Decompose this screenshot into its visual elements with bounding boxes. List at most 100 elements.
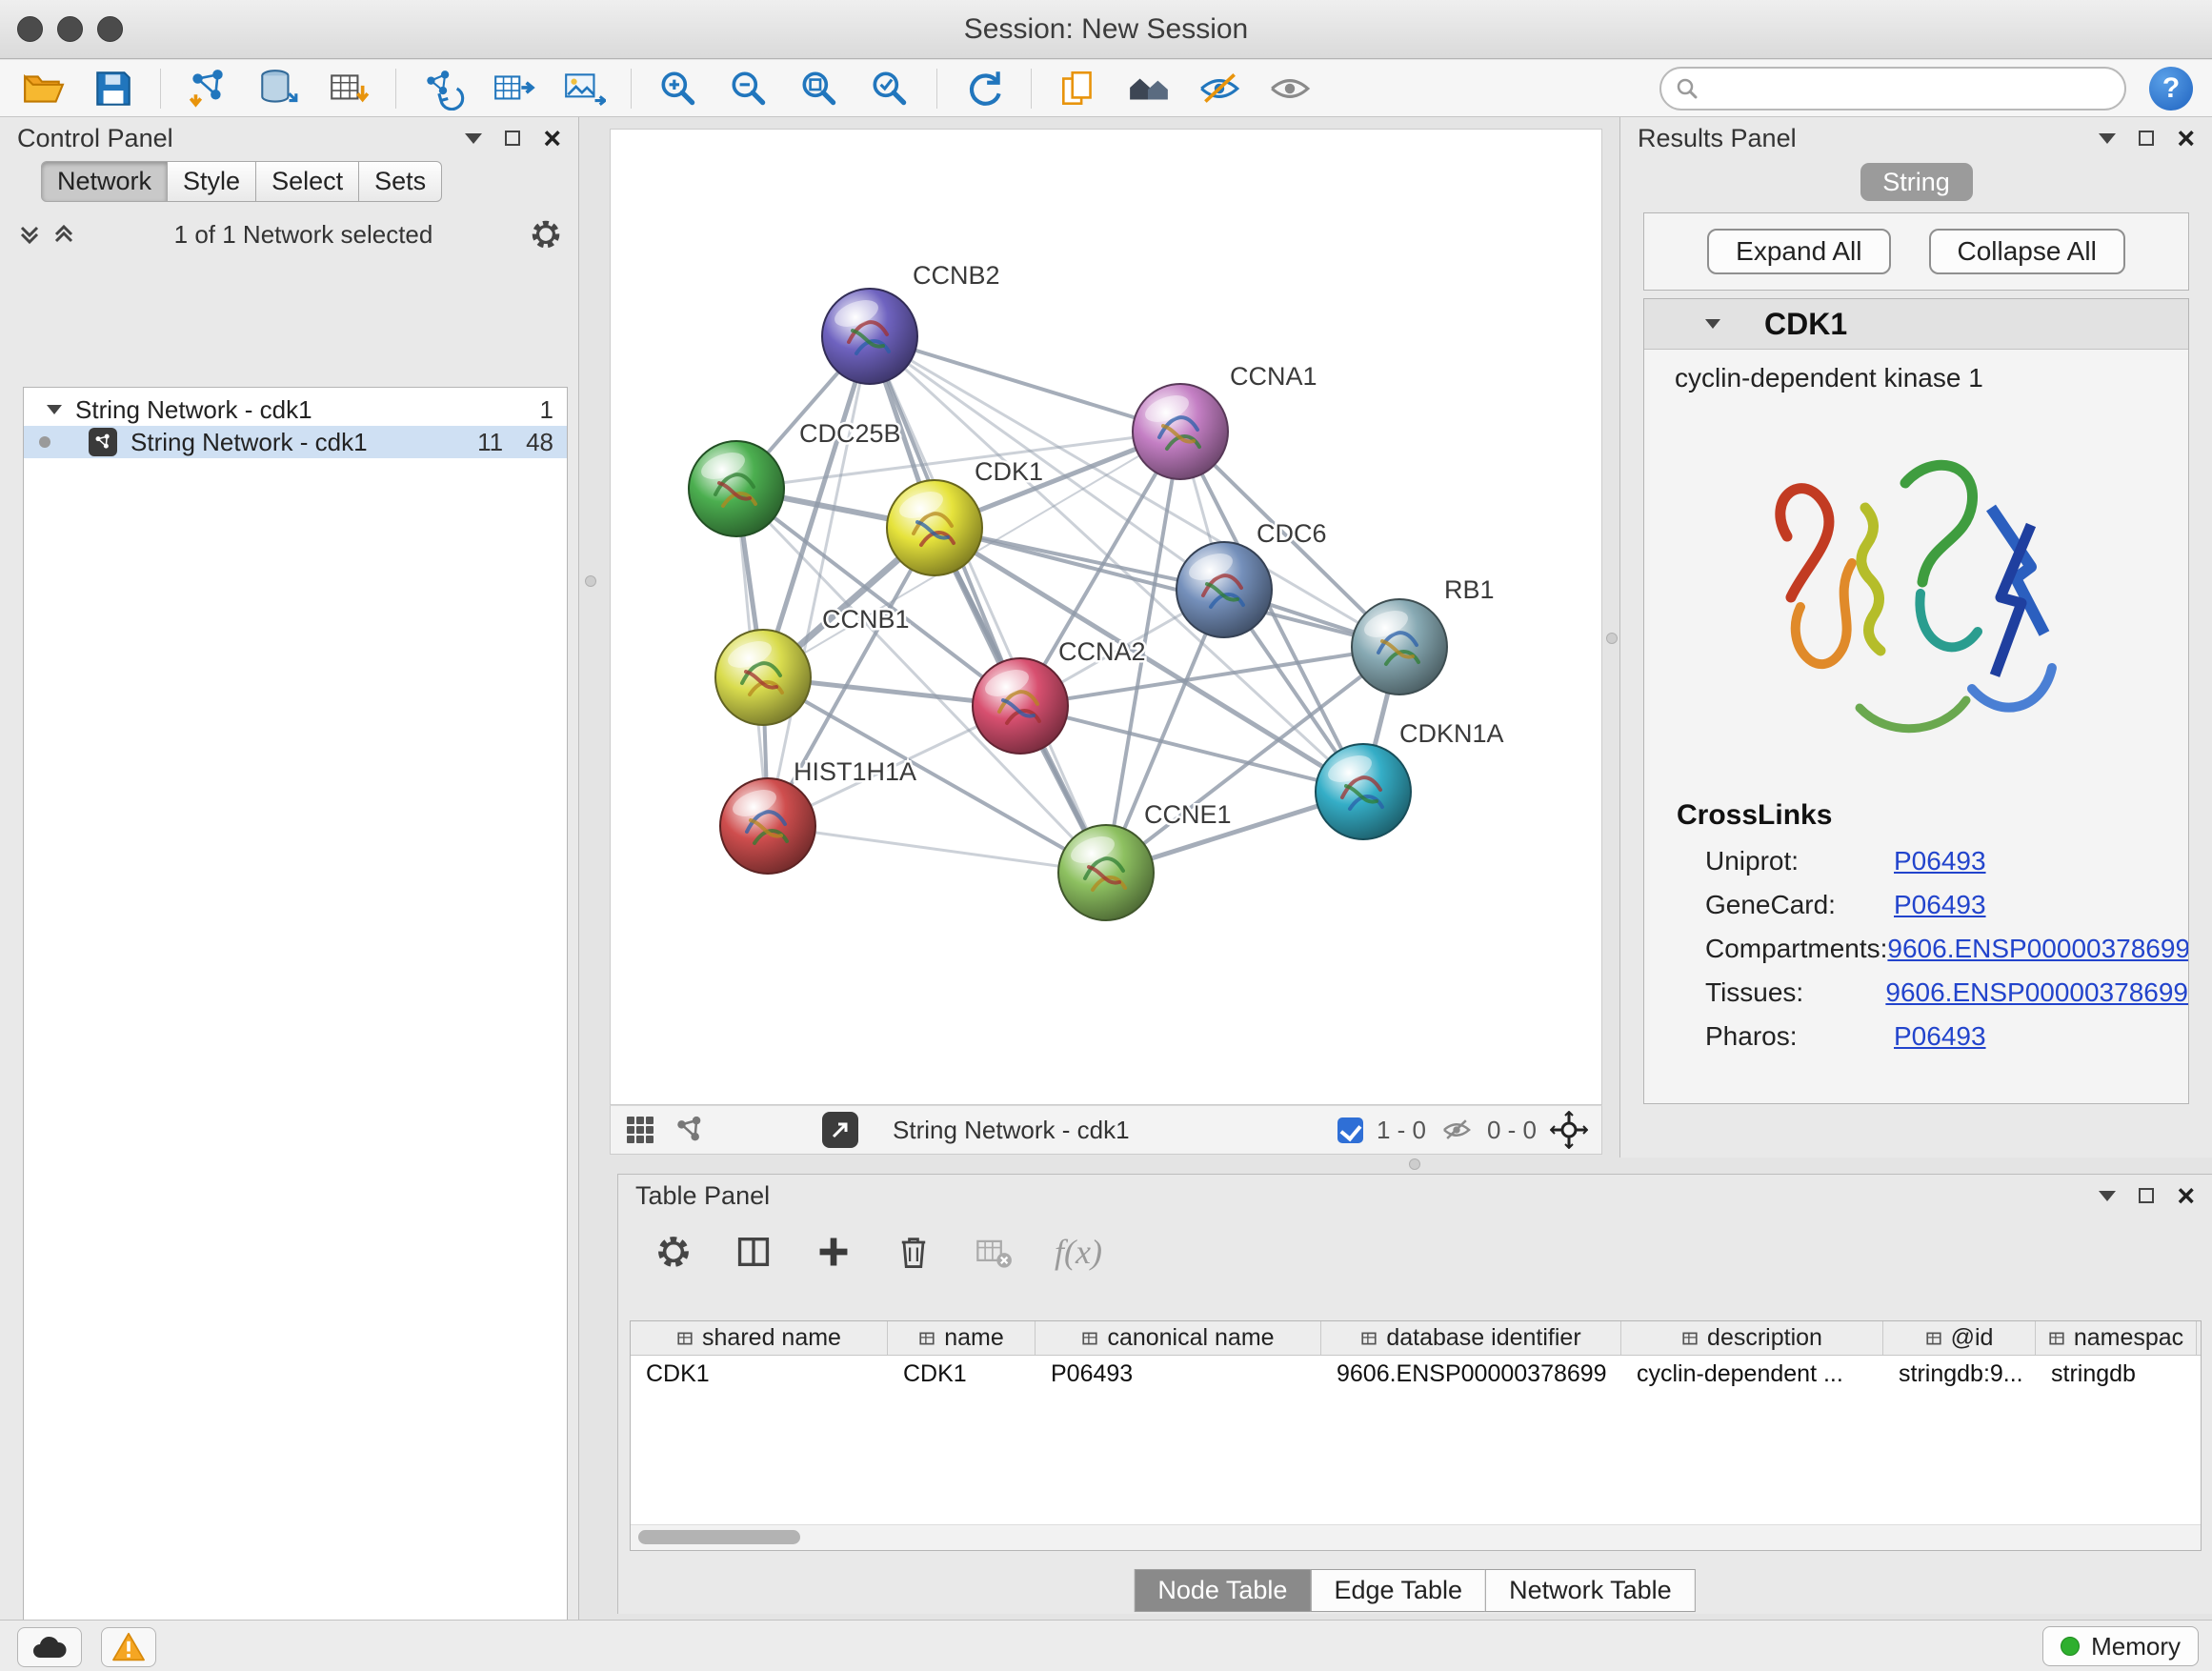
cell-namespace[interactable]: stringdb — [2036, 1360, 2197, 1388]
maximize-panel-icon[interactable] — [505, 131, 520, 146]
left-splitter-handle[interactable] — [585, 575, 596, 587]
help-button[interactable]: ? — [2149, 67, 2193, 111]
open-session-button[interactable] — [19, 65, 67, 112]
column-header-canonical-name[interactable]: canonical name — [1036, 1321, 1321, 1355]
import-table-button[interactable] — [325, 65, 372, 112]
close-window-button[interactable] — [17, 16, 43, 42]
import-network-file-button[interactable] — [184, 65, 231, 112]
maximize-window-button[interactable] — [97, 16, 123, 42]
node-CDK1[interactable] — [887, 480, 982, 575]
column-header-shared-name[interactable]: shared name — [631, 1321, 888, 1355]
gene-card-expander-icon[interactable] — [1705, 319, 1720, 329]
minimize-window-button[interactable] — [57, 16, 83, 42]
zoom-in-button[interactable] — [654, 65, 702, 112]
node-RB1[interactable] — [1352, 599, 1447, 695]
close-panel-icon[interactable]: × — [543, 123, 561, 153]
network-view-canvas[interactable]: CCNB2CCNA1CDC25BCDK1CDC6RB1CCNB1CCNA2CDK… — [610, 129, 1602, 1105]
edge-CCNB2-CCNA1[interactable] — [870, 336, 1180, 432]
search-box[interactable] — [1659, 67, 2126, 111]
column-header-namespace[interactable]: namespac — [2036, 1321, 2197, 1355]
float-panel-icon[interactable] — [2099, 133, 2116, 144]
network-tree-child-row[interactable]: String Network - cdk1 11 48 — [24, 426, 567, 458]
close-panel-icon[interactable]: × — [2177, 123, 2195, 153]
tab-style[interactable]: Style — [167, 161, 256, 202]
cell-canonical-name[interactable]: P06493 — [1036, 1360, 1321, 1388]
column-header-id[interactable]: @id — [1883, 1321, 2036, 1355]
zoom-out-button[interactable] — [725, 65, 773, 112]
column-header-database-identifier[interactable]: database identifier — [1321, 1321, 1621, 1355]
node-CCNB1[interactable] — [715, 630, 811, 725]
show-eye-button[interactable] — [1266, 65, 1314, 112]
zoom-fit-button[interactable] — [795, 65, 843, 112]
add-column-plus-icon[interactable] — [814, 1233, 853, 1271]
gear-icon[interactable] — [529, 217, 563, 252]
memory-button[interactable]: Memory — [2042, 1626, 2199, 1666]
show-columns-icon[interactable] — [734, 1233, 773, 1271]
export-image-button[interactable] — [560, 65, 608, 112]
save-session-button[interactable] — [90, 65, 137, 112]
node-CCNB2[interactable] — [822, 289, 917, 384]
float-panel-icon[interactable] — [2099, 1191, 2116, 1201]
cell-id[interactable]: stringdb:9... — [1883, 1360, 2036, 1388]
close-panel-icon[interactable]: × — [2177, 1180, 2195, 1211]
gene-card-header[interactable]: CDK1 — [1644, 299, 2188, 350]
float-panel-icon[interactable] — [465, 133, 482, 144]
tab-node-table[interactable]: Node Table — [1134, 1569, 1311, 1612]
expand-all-button[interactable]: Expand All — [1707, 229, 1890, 274]
birdseye-view-icon[interactable] — [674, 1114, 706, 1146]
delete-column-trash-icon[interactable] — [895, 1233, 933, 1271]
zoom-selected-button[interactable] — [866, 65, 914, 112]
cell-name[interactable]: CDK1 — [888, 1360, 1036, 1388]
pan-crosshair-icon[interactable] — [1550, 1111, 1588, 1149]
export-table-button[interactable] — [490, 65, 537, 112]
hide-selected-button[interactable] — [1196, 65, 1243, 112]
tab-select[interactable]: Select — [255, 161, 359, 202]
cloud-button[interactable] — [17, 1627, 82, 1667]
node-CCNE1[interactable] — [1058, 825, 1154, 920]
crosslink-link[interactable]: P06493 — [1894, 1021, 1986, 1052]
tab-network[interactable]: Network — [41, 161, 168, 202]
expand-all-icon[interactable] — [50, 220, 78, 249]
apply-layout-button[interactable] — [960, 65, 1008, 112]
tab-edge-table[interactable]: Edge Table — [1310, 1569, 1486, 1612]
search-input[interactable] — [1709, 72, 2111, 104]
maximize-panel-icon[interactable] — [2139, 1188, 2154, 1203]
edge-CCNE1-HIST1H1A[interactable] — [768, 826, 1106, 873]
selected-checkbox-icon[interactable] — [1337, 1117, 1363, 1143]
node-CDC6[interactable] — [1176, 542, 1272, 637]
clone-network-button[interactable] — [419, 65, 467, 112]
node-CCNA2[interactable] — [973, 658, 1068, 754]
grid-view-icon[interactable] — [624, 1114, 656, 1146]
right-splitter-handle[interactable] — [1606, 633, 1618, 644]
table-settings-gear-icon[interactable] — [654, 1233, 693, 1271]
column-header-name[interactable]: name — [888, 1321, 1036, 1355]
results-tab-string[interactable]: String — [1860, 163, 1973, 201]
tab-network-table[interactable]: Network Table — [1485, 1569, 1696, 1612]
horizontal-scrollbar[interactable] — [631, 1524, 2201, 1550]
cell-shared-name[interactable]: CDK1 — [631, 1360, 888, 1388]
crosslink-link[interactable]: 9606.ENSP00000378699 — [1885, 977, 2188, 1008]
copy-button[interactable] — [1055, 65, 1102, 112]
crosslink-link[interactable]: P06493 — [1894, 846, 1986, 876]
home-button[interactable] — [1125, 65, 1173, 112]
collapse-all-icon[interactable] — [15, 220, 44, 249]
tree-expander-icon[interactable] — [47, 405, 62, 414]
cell-database-identifier[interactable]: 9606.ENSP00000378699 — [1321, 1360, 1621, 1388]
detach-view-button[interactable] — [822, 1112, 858, 1148]
collapse-all-button[interactable]: Collapse All — [1929, 229, 2125, 274]
horizontal-splitter-handle[interactable] — [1409, 1158, 1420, 1170]
edge-CDK1-RB1[interactable] — [935, 528, 1399, 647]
tab-sets[interactable]: Sets — [358, 161, 442, 202]
table-row[interactable]: CDK1 CDK1 P06493 9606.ENSP00000378699 cy… — [631, 1356, 2201, 1392]
crosslink-link[interactable]: 9606.ENSP00000378699 — [1887, 934, 2189, 964]
node-HIST1H1A[interactable] — [720, 778, 815, 874]
column-header-description[interactable]: description — [1621, 1321, 1883, 1355]
maximize-panel-icon[interactable] — [2139, 131, 2154, 146]
warning-button[interactable] — [101, 1627, 156, 1667]
import-network-database-button[interactable] — [254, 65, 302, 112]
node-CCNA1[interactable] — [1133, 384, 1228, 479]
scrollbar-thumb[interactable] — [638, 1530, 800, 1544]
node-CDKN1A[interactable] — [1316, 744, 1411, 839]
crosslink-link[interactable]: P06493 — [1894, 890, 1986, 920]
node-CDC25B[interactable] — [689, 441, 784, 536]
